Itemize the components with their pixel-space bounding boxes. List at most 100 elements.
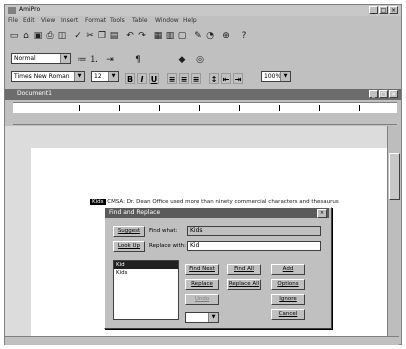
maximize-button[interactable]: □ xyxy=(379,6,388,14)
find-field[interactable]: Kids xyxy=(187,226,321,236)
menu-view[interactable]: View xyxy=(41,17,55,24)
indent-icon[interactable]: ⇥ xyxy=(105,55,115,66)
replace-field[interactable]: Kid xyxy=(187,241,321,251)
font-combo[interactable]: Times New Roman ▼ xyxy=(11,71,85,82)
ignore-button[interactable]: Ignore xyxy=(271,294,305,305)
horizontal-ruler[interactable] xyxy=(13,102,397,113)
minimize-button[interactable]: _ xyxy=(369,6,378,14)
open-icon[interactable]: ⌂ xyxy=(21,31,31,42)
paste-icon[interactable]: ▤ xyxy=(109,31,119,42)
highlighted-word[interactable]: Kids xyxy=(90,199,106,205)
underline-button[interactable]: U xyxy=(149,73,159,84)
chevron-down-icon[interactable]: ▼ xyxy=(60,54,70,63)
print-icon[interactable]: ⎙ xyxy=(45,31,55,42)
new-icon[interactable]: ▭ xyxy=(9,31,19,42)
cut-icon[interactable]: ✂ xyxy=(85,31,95,42)
bullets-icon[interactable]: ≔ xyxy=(77,55,87,66)
chevron-down-icon[interactable]: ▼ xyxy=(280,72,290,81)
align-left-icon[interactable]: ≡ xyxy=(167,73,177,84)
menu-table[interactable]: Table xyxy=(132,17,148,24)
standard-toolbar: ▭ ⌂ ▣ ⎙ ◫ ✓ ✂ ❐ ▤ ↶ ↷ ▦ ▥ ▢ ✎ ◔ ⊕ ? xyxy=(7,29,399,47)
indent-increase-icon[interactable]: ⇥ xyxy=(233,73,243,84)
font-size-combo[interactable]: 12 ▼ xyxy=(91,71,119,82)
menu-insert[interactable]: Insert xyxy=(61,17,78,24)
menu-format[interactable]: Format xyxy=(85,17,106,24)
document-title: Document1 xyxy=(17,90,52,97)
align-center-icon[interactable]: ≡ xyxy=(179,73,189,84)
zoom-combo[interactable]: 100% ▼ xyxy=(261,71,291,82)
chart-icon[interactable]: ◔ xyxy=(205,31,215,42)
find-label: Find what: xyxy=(149,228,178,234)
style-toolbar: Normal ▼ ≔ ⒈ ⇥ ¶ ◆ ◎ xyxy=(7,53,399,69)
indent-decrease-icon[interactable]: ⇤ xyxy=(221,73,231,84)
chevron-down-icon[interactable]: ▼ xyxy=(208,313,218,322)
replace-label: Replace with: xyxy=(149,243,187,249)
style-value: Normal xyxy=(14,55,36,62)
search-scope-combo[interactable]: ▼ xyxy=(185,312,219,323)
chevron-down-icon[interactable]: ▼ xyxy=(74,72,84,81)
document-text: CMSA: Dr. Dean Office used more than nin… xyxy=(107,199,339,205)
menu-window[interactable]: Window xyxy=(155,17,179,24)
draw-icon[interactable]: ✎ xyxy=(193,31,203,42)
cancel-button[interactable]: Cancel xyxy=(271,309,305,320)
zoom-value: 100% xyxy=(264,73,282,80)
help-icon[interactable]: ? xyxy=(239,31,249,42)
zoom-icon[interactable]: ⊕ xyxy=(221,31,231,42)
find-replace-dialog: Find and Replace × Suggest Find what: Ki… xyxy=(104,207,332,329)
menu-help[interactable]: Help xyxy=(183,17,197,24)
close-button[interactable]: × xyxy=(389,6,398,14)
app-icon[interactable] xyxy=(8,7,16,14)
italic-button[interactable]: I xyxy=(137,73,147,84)
add-button[interactable]: Add xyxy=(271,264,305,275)
suggest-button[interactable]: Suggest xyxy=(113,226,145,237)
paragraph-icon[interactable]: ¶ xyxy=(133,55,143,66)
doc-restore-button[interactable]: □ xyxy=(379,90,388,98)
menu-edit[interactable]: Edit xyxy=(23,17,35,24)
suggestion-list[interactable]: Kid Kids xyxy=(113,260,179,320)
chevron-down-icon[interactable]: ▼ xyxy=(108,72,118,81)
menu-bar: File Edit View Insert Format Tools Table… xyxy=(5,16,401,26)
undo-button[interactable]: Undo xyxy=(185,294,219,305)
spell-icon[interactable]: ✓ xyxy=(73,31,83,42)
list-item[interactable]: Kid xyxy=(114,261,178,269)
highlight-icon[interactable]: ◆ xyxy=(177,55,187,66)
vertical-scrollbar[interactable] xyxy=(387,126,400,336)
options-button[interactable]: Options xyxy=(271,279,305,290)
web-icon[interactable]: ◎ xyxy=(195,55,205,66)
document-title-bar: Document1 _ □ × xyxy=(5,89,401,100)
find-all-button[interactable]: Find All xyxy=(227,264,261,275)
lookup-button[interactable]: Look Up xyxy=(113,241,145,252)
redo-icon[interactable]: ↷ xyxy=(137,31,147,42)
format-toolbar: Times New Roman ▼ 12 ▼ B I U ≡ ≡ ≡ ↕ ⇤ ⇥… xyxy=(7,71,399,87)
list-item[interactable]: Kids xyxy=(114,269,178,277)
scroll-thumb[interactable] xyxy=(389,153,400,200)
align-right-icon[interactable]: ≡ xyxy=(191,73,201,84)
title-bar: AmiPro _ □ × xyxy=(5,5,401,16)
replace-all-button[interactable]: Replace All xyxy=(227,279,261,290)
window-title: AmiPro xyxy=(19,6,41,13)
font-value: Times New Roman xyxy=(14,73,70,80)
dialog-close-icon[interactable]: × xyxy=(317,209,327,218)
doc-close-button[interactable]: × xyxy=(389,90,398,98)
menu-tools[interactable]: Tools xyxy=(110,17,125,24)
numbering-icon[interactable]: ⒈ xyxy=(89,55,99,66)
line-spacing-icon[interactable]: ↕ xyxy=(209,73,219,84)
bold-button[interactable]: B xyxy=(125,73,135,84)
replace-button[interactable]: Replace xyxy=(185,279,219,290)
style-combo[interactable]: Normal ▼ xyxy=(11,53,71,64)
tab-ruler[interactable] xyxy=(13,114,397,125)
dialog-title: Find and Replace xyxy=(109,209,161,216)
font-size-value: 12 xyxy=(94,73,102,80)
save-icon[interactable]: ▣ xyxy=(33,31,43,42)
horizontal-scrollbar[interactable] xyxy=(5,336,399,345)
undo-icon[interactable]: ↶ xyxy=(125,31,135,42)
dialog-title-bar: Find and Replace × xyxy=(105,208,329,218)
copy-icon[interactable]: ❐ xyxy=(97,31,107,42)
preview-icon[interactable]: ◫ xyxy=(57,31,67,42)
columns-icon[interactable]: ▥ xyxy=(165,31,175,42)
table-icon[interactable]: ▦ xyxy=(153,31,163,42)
menu-file[interactable]: File xyxy=(8,17,18,24)
doc-minimize-button[interactable]: _ xyxy=(369,90,378,98)
find-next-button[interactable]: Find Next xyxy=(185,264,219,275)
frame-icon[interactable]: ▢ xyxy=(177,31,187,42)
